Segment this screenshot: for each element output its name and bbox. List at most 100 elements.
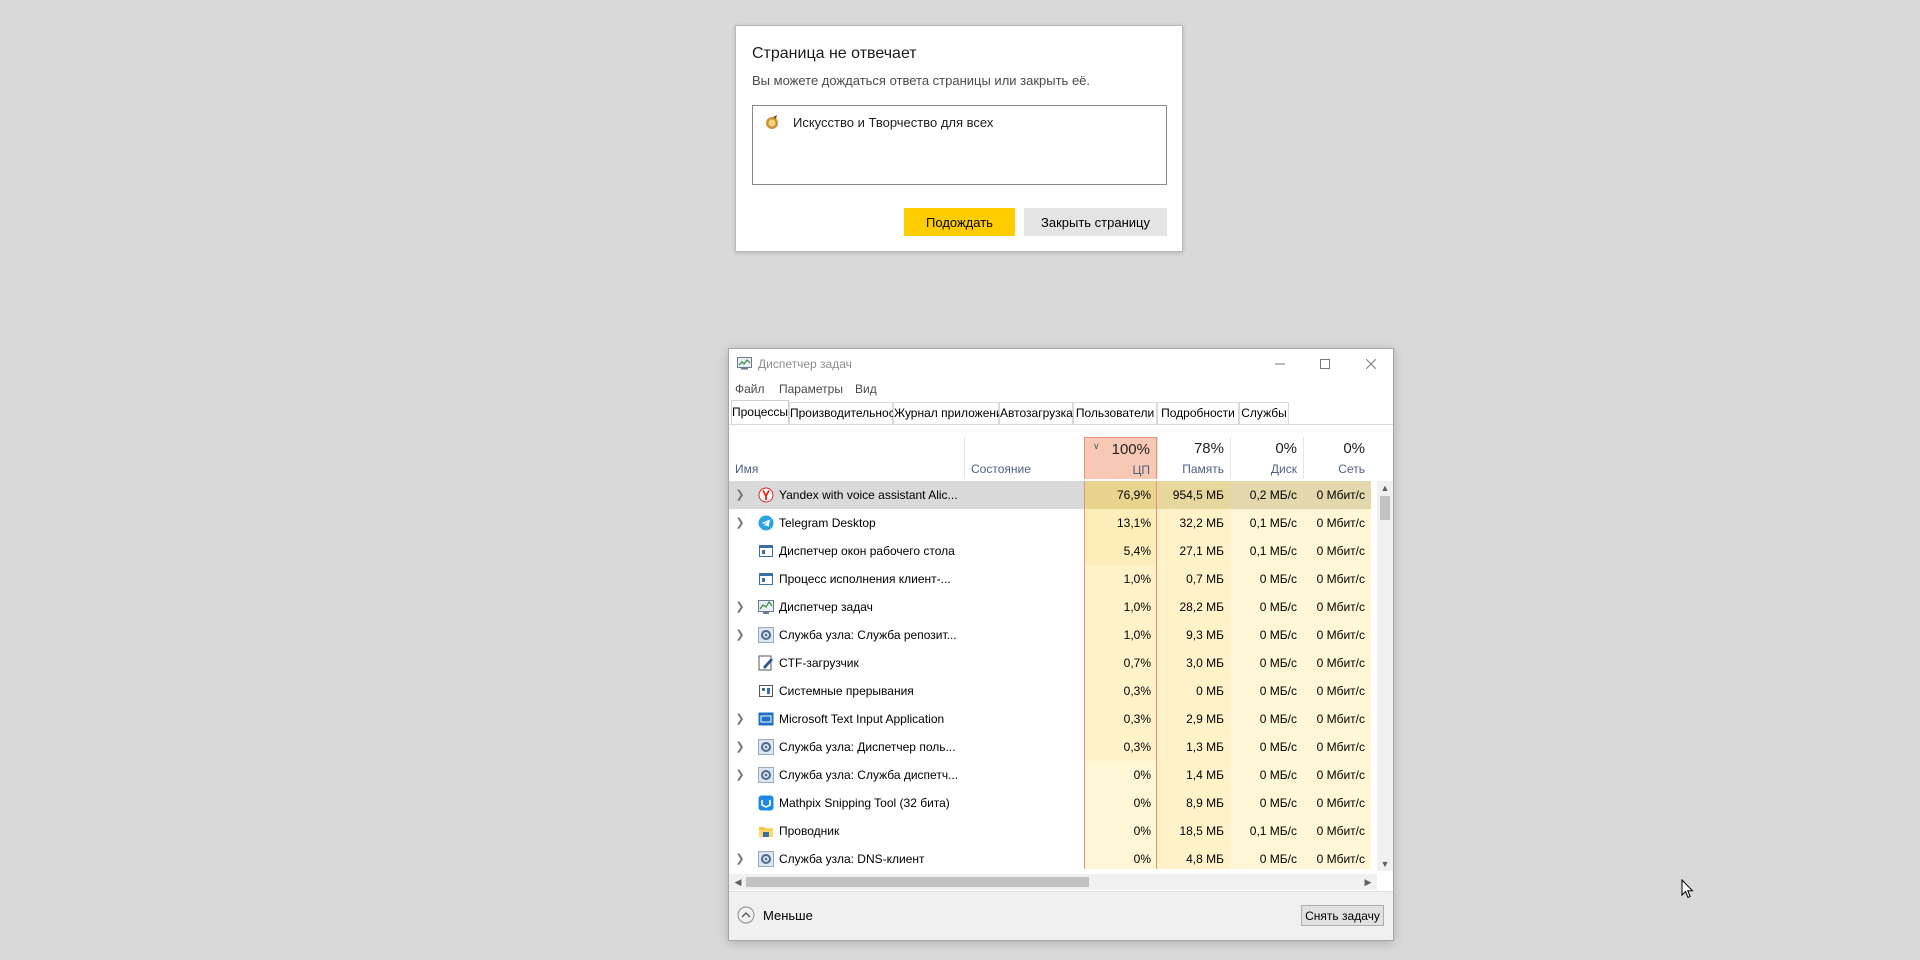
minimize-icon <box>1275 363 1285 365</box>
process-disk: 0 МБ/с <box>1230 789 1303 817</box>
process-memory: 4,8 МБ <box>1157 845 1230 869</box>
table-row[interactable]: ❯ Служба узла: Служба диспетч... 0% 1,4 МБ 0… <box>729 761 1371 789</box>
table-row[interactable]: CTF-загрузчик 0,7% 3,0 МБ 0 МБ/с 0 Мбит/с <box>729 649 1371 677</box>
column-name-label: Имя <box>735 462 759 476</box>
end-task-button[interactable]: Снять задачу <box>1301 905 1384 926</box>
process-cpu: 5,4% <box>1084 537 1157 565</box>
vertical-scroll-thumb[interactable] <box>1380 496 1390 520</box>
page-not-responding-dialog: Страница не отвечает Вы можете дождаться… <box>735 25 1183 252</box>
process-memory: 8,9 МБ <box>1157 789 1230 817</box>
fewer-details-icon[interactable] <box>737 906 755 924</box>
table-row[interactable]: Диспетчер окон рабочего стола 5,4% 27,1 МБ… <box>729 537 1371 565</box>
column-disk[interactable]: 0% Диск <box>1230 437 1303 479</box>
scroll-down-icon[interactable]: ▼ <box>1377 857 1393 871</box>
table-row[interactable]: Mathpix Snipping Tool (32 бита) 0% 8,9 МБ 0… <box>729 789 1371 817</box>
process-cpu: 13,1% <box>1084 509 1157 537</box>
chip-icon <box>759 685 773 697</box>
process-disk: 0,1 МБ/с <box>1230 817 1303 845</box>
expand-chevron-icon[interactable]: ❯ <box>733 509 747 537</box>
table-row[interactable]: ❯ Служба узла: Служба репозит... 1,0% 9,3 М… <box>729 621 1371 649</box>
tab-app-history[interactable]: Журнал приложений <box>893 402 1009 424</box>
process-disk: 0,1 МБ/с <box>1230 537 1303 565</box>
expand-chevron-icon[interactable]: ❯ <box>733 761 747 789</box>
scroll-right-icon[interactable]: ▶ <box>1361 874 1375 890</box>
process-cpu: 0% <box>1084 789 1157 817</box>
table-row[interactable]: ❯ Telegram Desktop 13,1% 32,2 МБ 0,1 МБ/с 0 М… <box>729 509 1371 537</box>
process-cpu: 0% <box>1084 845 1157 869</box>
horizontal-scroll-thumb[interactable] <box>746 877 1089 887</box>
process-memory: 27,1 МБ <box>1157 537 1230 565</box>
maximize-button[interactable] <box>1302 349 1348 379</box>
process-network: 0 Мбит/с <box>1303 705 1371 733</box>
dialog-title: Страница не отвечает <box>752 45 917 62</box>
expand-chevron-icon[interactable]: ❯ <box>733 481 747 509</box>
process-disk: 0,2 МБ/с <box>1230 481 1303 509</box>
menu-options[interactable]: Параметры <box>779 382 843 396</box>
disk-total: 0% <box>1275 440 1297 457</box>
minimize-button[interactable] <box>1257 349 1303 379</box>
table-row[interactable]: ❯ Microsoft Text Input Application 0,3% 2,9… <box>729 705 1371 733</box>
column-cpu[interactable]: ∨ 100% ЦП <box>1084 437 1157 479</box>
tab-startup[interactable]: Автозагрузка <box>999 402 1073 424</box>
table-row[interactable]: Проводник 0% 18,5 МБ 0,1 МБ/с 0 Мбит/с <box>729 817 1371 845</box>
process-network: 0 Мбит/с <box>1303 789 1371 817</box>
wait-button[interactable]: Подождать <box>904 208 1015 236</box>
expand-chevron-icon[interactable]: ❯ <box>733 621 747 649</box>
horizontal-scrollbar[interactable]: ◀ ▶ <box>729 874 1377 890</box>
tab-processes[interactable]: Процессы <box>731 400 789 424</box>
process-name: Yandex with voice assistant Alic... <box>779 488 958 502</box>
memory-total: 78% <box>1193 440 1224 457</box>
tab-services[interactable]: Службы <box>1239 402 1289 424</box>
process-disk: 0 МБ/с <box>1230 677 1303 705</box>
process-cpu: 0,3% <box>1084 705 1157 733</box>
column-memory[interactable]: 78% Память <box>1157 437 1230 479</box>
process-memory: 0 МБ <box>1157 677 1230 705</box>
title-bar[interactable]: Диспетчер задач <box>729 349 1393 379</box>
task-manager-window: Диспетчер задач Файл Параметры Вид Проце… <box>728 348 1394 941</box>
column-status[interactable]: Состояние <box>964 437 1084 479</box>
gear-icon <box>758 627 774 643</box>
expand-chevron-icon[interactable]: ❯ <box>733 845 747 869</box>
table-row[interactable]: Системные прерывания 0,3% 0 МБ 0 МБ/с 0 Мбит… <box>729 677 1371 705</box>
process-memory: 0,7 МБ <box>1157 565 1230 593</box>
table-row[interactable]: ❯ Диспетчер задач 1,0% 28,2 МБ 0 МБ/с 0 Мбит/… <box>729 593 1371 621</box>
process-memory: 954,5 МБ <box>1157 481 1230 509</box>
process-disk: 0 МБ/с <box>1230 649 1303 677</box>
process-cpu: 1,0% <box>1084 593 1157 621</box>
fewer-details-label[interactable]: Меньше <box>763 908 813 923</box>
menu-file[interactable]: Файл <box>735 382 765 396</box>
tab-details[interactable]: Подробности <box>1157 402 1239 424</box>
expand-chevron-icon[interactable]: ❯ <box>733 705 747 733</box>
close-button[interactable] <box>1348 349 1393 379</box>
process-name: Mathpix Snipping Tool (32 бита) <box>779 796 950 810</box>
system-window-icon <box>759 573 773 585</box>
tab-performance[interactable]: Производительность <box>789 402 906 424</box>
process-cpu: 0,3% <box>1084 677 1157 705</box>
column-name[interactable]: Имя <box>729 437 964 479</box>
table-row[interactable]: ❯ Служба узла: DNS-клиент 0% 4,8 МБ 0 МБ/с 0 … <box>729 845 1371 869</box>
menu-view[interactable]: Вид <box>855 382 877 396</box>
unresponsive-page-item[interactable]: Искусство и Творчество для всех <box>793 115 993 130</box>
expand-chevron-icon[interactable]: ❯ <box>733 593 747 621</box>
table-row[interactable]: ❯ Служба узла: Диспетчер поль... 0,3% 1,3 М… <box>729 733 1371 761</box>
process-cpu: 0% <box>1084 761 1157 789</box>
scroll-left-icon[interactable]: ◀ <box>731 874 745 890</box>
system-window-icon <box>759 545 773 557</box>
scroll-up-icon[interactable]: ▲ <box>1377 481 1393 495</box>
table-row[interactable]: Процесс исполнения клиент-... 1,0% 0,7 МБ 0… <box>729 565 1371 593</box>
column-network[interactable]: 0% Сеть <box>1303 437 1371 479</box>
process-cpu: 0% <box>1084 817 1157 845</box>
column-disk-label: Диск <box>1270 462 1297 476</box>
column-network-label: Сеть <box>1338 462 1365 476</box>
process-network: 0 Мбит/с <box>1303 817 1371 845</box>
process-cpu: 76,9% <box>1084 481 1157 509</box>
tab-users[interactable]: Пользователи <box>1073 402 1157 424</box>
expand-chevron-icon[interactable]: ❯ <box>733 733 747 761</box>
keyboard-icon <box>758 712 774 726</box>
close-page-button[interactable]: Закрыть страницу <box>1024 208 1167 236</box>
table-row[interactable]: ❯ Yandex with voice assistant Alic... 76,9… <box>729 481 1371 509</box>
gear-icon <box>758 851 774 867</box>
process-disk: 0,1 МБ/с <box>1230 509 1303 537</box>
process-memory: 28,2 МБ <box>1157 593 1230 621</box>
vertical-scrollbar[interactable]: ▲ ▼ <box>1377 481 1393 871</box>
